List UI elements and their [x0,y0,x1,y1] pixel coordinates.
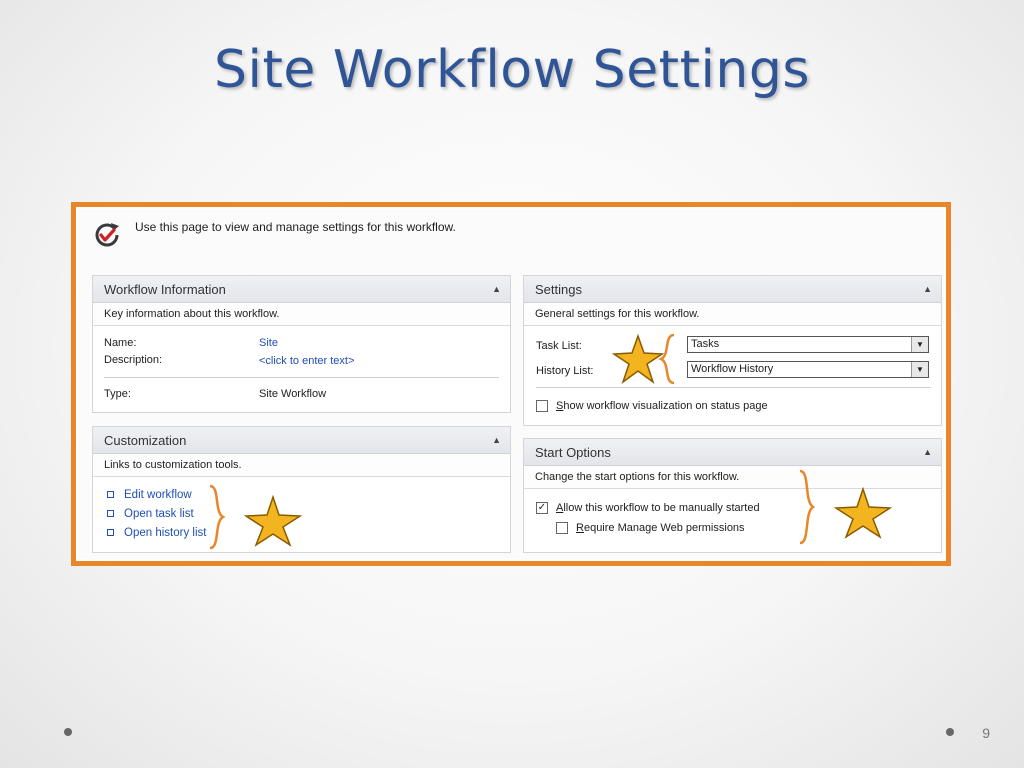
section-description: Change the start options for this workfl… [524,466,941,489]
link-open-task-list[interactable]: Open task list [107,504,206,523]
divider [536,387,931,388]
screenshot-frame: Use this page to view and manage setting… [71,202,951,566]
select-value: Workflow History [691,363,774,375]
settings-section: Settings ▲ General settings for this wor… [523,275,942,426]
callout-brace-icon [799,469,816,545]
description-value-field[interactable]: <click to enter text> [259,355,354,367]
require-manage-web-label[interactable]: Require Manage Web permissions [576,522,745,534]
star-callout-icon [612,334,664,384]
section-title: Workflow Information [104,281,226,297]
collapse-caret-icon[interactable]: ▲ [492,435,501,445]
name-label: Name: [104,337,137,349]
settings-header[interactable]: Settings ▲ [524,276,941,303]
settings-page: Use this page to view and manage setting… [76,207,946,561]
star-callout-icon [244,495,302,547]
history-list-label: History List: [536,365,594,377]
footer-dot-right [946,728,954,736]
task-list-label: Task List: [536,340,582,352]
section-title: Settings [535,281,582,297]
link-label[interactable]: Open task list [124,508,194,520]
divider [104,377,499,378]
link-edit-workflow[interactable]: Edit workflow [107,485,206,504]
workflow-information-header[interactable]: Workflow Information ▲ [93,276,510,303]
link-label[interactable]: Edit workflow [124,489,192,501]
page-number: 9 [982,725,990,741]
description-label: Description: [104,354,163,366]
type-label: Type: [104,388,131,400]
allow-manual-start-label[interactable]: Allow this workflow to be manually start… [556,502,760,514]
select-value: Tasks [691,338,720,350]
dropdown-arrow-icon[interactable]: ▼ [911,362,928,377]
name-value-link[interactable]: Site [259,337,278,349]
workflow-information-section: Workflow Information ▲ Key information a… [92,275,511,413]
label-text: llow this workflow to be manually starte… [563,502,760,514]
access-key: R [576,522,584,534]
link-label[interactable]: Open history list [124,527,206,539]
require-manage-web-checkbox[interactable] [556,522,568,534]
history-list-select[interactable]: Workflow History ▼ [687,361,929,378]
section-description: General settings for this workflow. [524,303,941,326]
customization-links: Edit workflow Open task list Open histor… [107,485,206,542]
intro: Use this page to view and manage setting… [93,217,456,249]
collapse-caret-icon[interactable]: ▲ [923,447,932,457]
star-callout-icon [834,487,892,539]
intro-text: Use this page to view and manage setting… [135,220,456,234]
collapse-caret-icon[interactable]: ▲ [492,284,501,294]
allow-manual-start-checkbox[interactable]: ✓ [536,502,548,514]
callout-brace-icon [209,484,226,550]
bullet-icon [107,491,114,498]
workflow-check-icon [95,223,119,247]
section-description: Links to customization tools. [93,454,510,477]
show-visualization-label[interactable]: Show workflow visualization on status pa… [556,400,768,412]
collapse-caret-icon[interactable]: ▲ [923,284,932,294]
bullet-icon [107,510,114,517]
section-description: Key information about this workflow. [93,303,510,326]
section-title: Start Options [535,444,611,460]
type-value: Site Workflow [259,388,327,400]
section-title: Customization [104,432,187,448]
dropdown-arrow-icon[interactable]: ▼ [911,337,928,352]
link-open-history-list[interactable]: Open history list [107,523,206,542]
label-text: how workflow visualization on status pag… [563,400,768,412]
task-list-select[interactable]: Tasks ▼ [687,336,929,353]
start-options-header[interactable]: Start Options ▲ [524,439,941,466]
footer-dot-left [64,728,72,736]
bullet-icon [107,529,114,536]
label-text: equire Manage Web permissions [583,522,745,534]
customization-header[interactable]: Customization ▲ [93,427,510,454]
show-visualization-checkbox[interactable] [536,400,548,412]
slide-title: Site Workflow Settings [214,40,810,100]
